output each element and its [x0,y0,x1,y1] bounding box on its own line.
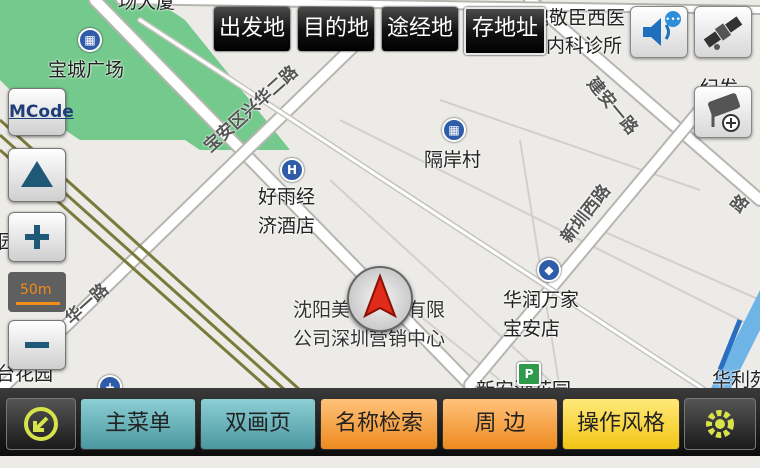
compass-button[interactable] [8,148,66,202]
car-position-icon [347,266,413,332]
destination-button[interactable]: 目的地 [298,7,374,51]
settings-button[interactable] [684,398,756,450]
poi-building-icon[interactable]: ▦ [442,118,466,142]
label-partial-top: 场大厦 [118,0,176,13]
volume-button[interactable]: ••• [630,6,688,58]
label-clinic-2: 内科诊所 [546,35,623,57]
poi-building-icon[interactable]: ▦ [78,28,102,52]
camera-add-button[interactable] [694,86,752,138]
departure-button[interactable]: 出发地 [214,7,290,51]
waypoint-button[interactable]: 途经地 [382,7,458,51]
label-haoyu-hotel-2: 济酒店 [258,215,316,237]
dual-screen-button[interactable]: 双画页 [200,398,316,450]
poi-hotel-icon[interactable]: H [280,158,304,182]
scale-value: 50m [20,282,52,298]
minus-icon [25,342,49,348]
poi-shopping-icon[interactable]: ◆ [537,258,561,282]
operation-style-button[interactable]: 操作风格 [562,398,680,450]
zoom-out-button[interactable] [8,320,66,370]
back-button[interactable] [6,398,76,450]
mcode-label: MCode [9,102,74,122]
svg-text:•••: ••• [665,15,681,25]
camera-add-icon [708,93,740,132]
mcode-button[interactable]: MCode [8,88,74,136]
gear-icon [706,410,734,438]
scale-indicator: 50m [8,272,66,312]
label-huarun-1: 华润万家 [503,289,580,311]
satellite-icon [703,16,743,50]
nearby-button[interactable]: 周 边 [442,398,558,450]
compass-arrow-icon [21,161,53,187]
zoom-in-button[interactable] [8,212,66,262]
main-menu-button[interactable]: 主菜单 [80,398,196,450]
label-baocheng-square: 宝城广场 [48,59,125,81]
label-gean-village: 隔岸村 [424,149,482,171]
save-address-button[interactable]: 存地址 [464,7,546,55]
label-haoyu-hotel-1: 好雨经 [258,186,316,208]
back-arrow-icon [24,407,58,441]
poi-parking-icon[interactable]: P [517,362,541,386]
gps-button[interactable] [694,6,752,58]
speaker-icon: ••• [643,11,681,46]
plus-icon [25,225,49,249]
label-huarun-2: 宝安店 [503,318,561,340]
name-search-button[interactable]: 名称检索 [320,398,438,450]
scale-bar [16,302,60,305]
